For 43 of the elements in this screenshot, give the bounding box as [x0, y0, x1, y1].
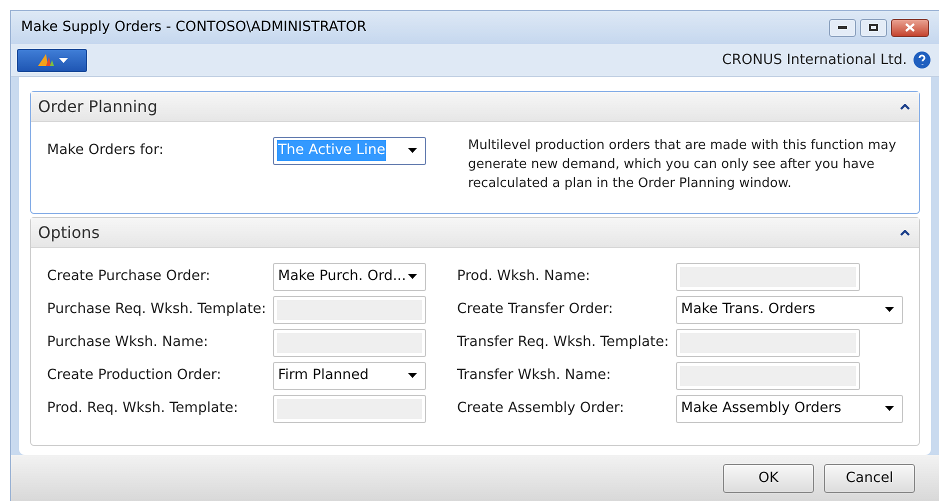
dropdown-field[interactable]: Make Assembly Orders — [676, 394, 903, 422]
chevron-icon — [900, 104, 910, 110]
field-label: Prod. Req. Wksh. Template: — [47, 399, 240, 418]
input-field[interactable] — [676, 362, 860, 390]
chart-logo-icon — [36, 53, 54, 67]
minimize-button[interactable] — [829, 18, 856, 36]
dropdown-field[interactable]: Firm Planned — [273, 362, 426, 390]
caret-icon — [885, 406, 894, 411]
caret-icon — [885, 307, 894, 312]
field-label: Purchase Req. Wksh. Template: — [47, 300, 268, 319]
caret-icon — [408, 274, 417, 279]
input-field[interactable] — [676, 262, 860, 290]
section-title: Options — [38, 222, 100, 244]
caret-icon — [58, 58, 68, 62]
input-field[interactable] — [676, 328, 860, 356]
ok-button[interactable]: OK — [723, 464, 814, 492]
input-field[interactable] — [273, 394, 426, 422]
help-icon[interactable] — [913, 51, 931, 69]
maximize-button[interactable] — [860, 18, 887, 36]
company-name: CRONUS International Ltd. — [722, 50, 907, 70]
field-label: Transfer Wksh. Name: — [457, 366, 612, 385]
caret-icon — [408, 148, 417, 153]
field-label: Transfer Req. Wksh. Template: — [457, 333, 670, 352]
app-menu-button[interactable] — [17, 48, 87, 72]
chevron-icon — [900, 230, 910, 236]
close-button[interactable] — [891, 18, 929, 36]
field-label: Prod. Wksh. Name: — [457, 267, 592, 286]
caret-icon — [408, 373, 417, 378]
field-label: Create Purchase Order: — [47, 267, 212, 286]
section-title: Order Planning — [38, 96, 158, 118]
field-label: Make Orders for: — [47, 141, 165, 160]
dropdown-field[interactable]: Make Purch. Ord... — [273, 262, 426, 290]
field-label: Create Assembly Order: — [457, 399, 626, 418]
cancel-button[interactable]: Cancel — [824, 464, 915, 492]
field-label: Purchase Wksh. Name: — [47, 333, 210, 352]
close-icon — [905, 23, 915, 32]
window-title: Make Supply Orders - CONTOSO\ADMINISTRATOR — [21, 18, 367, 37]
field-label: Create Production Order: — [47, 366, 222, 385]
dropdown-field[interactable]: Make Trans. Orders — [676, 296, 903, 324]
field-label: Create Transfer Order: — [457, 300, 614, 319]
input-field[interactable] — [273, 328, 426, 356]
info-text: Multilevel production orders that are made with this function may generate new demand, which you can only see after you have recalculated a plan in the Order Planning window. — [468, 137, 898, 193]
input-field[interactable] — [273, 296, 426, 324]
